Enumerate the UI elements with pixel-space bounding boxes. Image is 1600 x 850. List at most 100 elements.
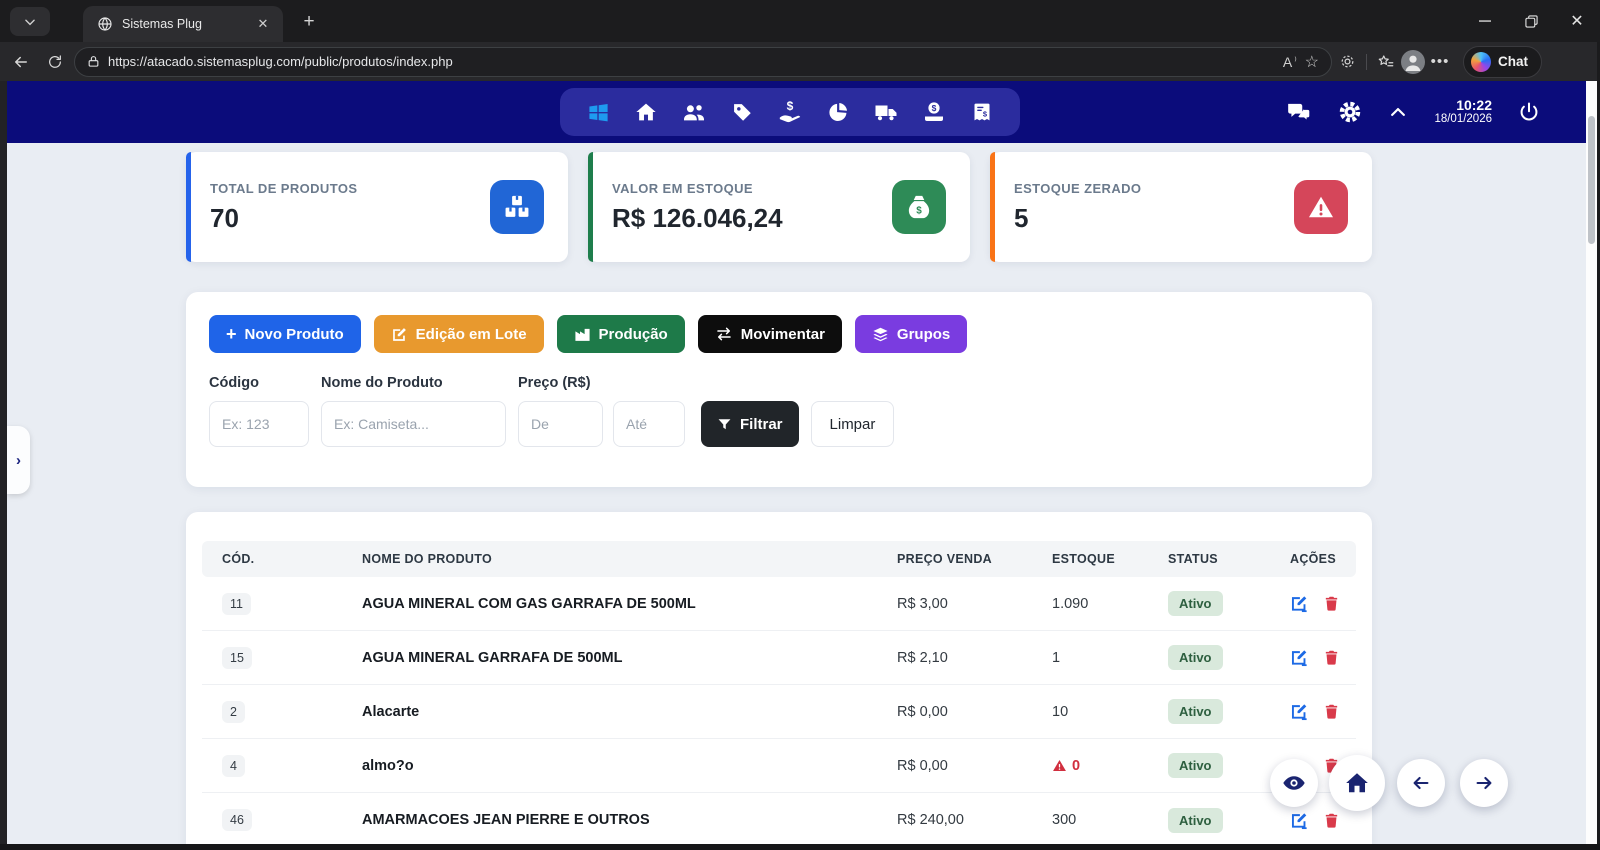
boxes-icon bbox=[490, 180, 544, 234]
novo-produto-button[interactable]: + Novo Produto bbox=[209, 315, 361, 353]
app-navbar: $ $ $ 10: bbox=[7, 81, 1586, 143]
windows-icon[interactable] bbox=[586, 100, 610, 124]
product-name: Alacarte bbox=[362, 704, 897, 720]
extensions-icon[interactable] bbox=[1332, 47, 1362, 77]
power-icon[interactable] bbox=[1518, 101, 1540, 123]
nome-produto-input[interactable] bbox=[321, 401, 506, 447]
trash-icon[interactable] bbox=[1323, 812, 1340, 829]
products-table-panel: CÓD. NOME DO PRODUTO PREÇO VENDA ESTOQUE… bbox=[186, 512, 1372, 844]
preco-de-input[interactable] bbox=[518, 401, 603, 447]
trash-icon[interactable] bbox=[1323, 703, 1340, 720]
product-stock: 10 bbox=[1052, 704, 1168, 720]
back-button[interactable] bbox=[4, 47, 38, 77]
window-frame-bottom bbox=[0, 844, 1600, 850]
table-row: 2 Alacarte R$ 0,00 10 Ativo bbox=[202, 685, 1356, 739]
stock-warning-icon bbox=[1052, 758, 1067, 773]
time-text: 10:22 bbox=[1434, 97, 1492, 113]
tab-title: Sistemas Plug bbox=[122, 17, 244, 31]
refresh-button[interactable] bbox=[38, 47, 72, 77]
gear-icon[interactable] bbox=[1338, 100, 1362, 124]
movimentar-button[interactable]: Movimentar bbox=[698, 315, 842, 353]
card-label: VALOR EM ESTOQUE bbox=[612, 181, 892, 196]
table-row: 11 AGUA MINERAL COM GAS GARRAFA DE 500ML… bbox=[202, 577, 1356, 631]
col-header-cod: CÓD. bbox=[222, 552, 362, 566]
settings-more-icon[interactable]: ••• bbox=[1425, 47, 1455, 77]
messages-icon[interactable] bbox=[1286, 99, 1312, 125]
status-badge: Ativo bbox=[1168, 808, 1223, 833]
lock-icon bbox=[87, 55, 100, 68]
exchange-icon bbox=[715, 325, 733, 343]
preview-eye-button[interactable] bbox=[1270, 759, 1318, 807]
nome-produto-label: Nome do Produto bbox=[321, 375, 506, 391]
tab-actions-button[interactable] bbox=[10, 7, 50, 36]
edicao-em-lote-button[interactable]: Edição em Lote bbox=[374, 315, 544, 353]
table-row: 15 AGUA MINERAL GARRAFA DE 500ML R$ 2,10… bbox=[202, 631, 1356, 685]
card-accent bbox=[588, 152, 593, 262]
read-aloud-icon[interactable]: A⁾ bbox=[1283, 54, 1297, 70]
limpar-button[interactable]: Limpar bbox=[811, 401, 895, 447]
factory-icon bbox=[574, 326, 591, 343]
money-deposit-icon[interactable]: $ bbox=[922, 100, 946, 124]
favorites-hub-icon[interactable] bbox=[1371, 47, 1401, 77]
card-estoque-zerado: ESTOQUE ZERADO 5 bbox=[990, 152, 1372, 262]
card-label: ESTOQUE ZERADO bbox=[1014, 181, 1294, 196]
favorite-star-icon[interactable]: ☆ bbox=[1305, 52, 1319, 72]
svg-text:$: $ bbox=[932, 103, 937, 113]
product-stock: 1.090 bbox=[1052, 596, 1168, 612]
prev-page-button[interactable] bbox=[1397, 759, 1445, 807]
money-bag-icon: $ bbox=[892, 180, 946, 234]
product-name: AMARMACOES JEAN PIERRE E OUTROS bbox=[362, 812, 897, 828]
profile-avatar[interactable] bbox=[1401, 50, 1425, 74]
home-fab-button[interactable] bbox=[1329, 755, 1385, 811]
next-page-button[interactable] bbox=[1460, 759, 1508, 807]
copilot-chat-button[interactable]: Chat bbox=[1463, 46, 1542, 78]
preco-ate-input[interactable] bbox=[613, 401, 685, 447]
trash-icon[interactable] bbox=[1323, 649, 1340, 666]
product-name: almo?o bbox=[362, 758, 897, 774]
tab-close-icon[interactable]: ✕ bbox=[253, 14, 273, 34]
preco-label: Preço (R$) bbox=[518, 375, 685, 391]
col-header-nome: NOME DO PRODUTO bbox=[362, 552, 897, 566]
table-row: 46 AMARMACOES JEAN PIERRE E OUTROS R$ 24… bbox=[202, 793, 1356, 844]
browser-tab[interactable]: Sistemas Plug ✕ bbox=[83, 6, 283, 42]
edit-icon[interactable] bbox=[1290, 648, 1309, 667]
edit-icon[interactable] bbox=[1290, 702, 1309, 721]
truck-icon[interactable] bbox=[874, 100, 898, 124]
window-close-button[interactable]: ✕ bbox=[1554, 1, 1600, 41]
scrollbar-thumb[interactable] bbox=[1588, 116, 1595, 244]
home-icon[interactable] bbox=[634, 100, 658, 124]
new-tab-button[interactable]: + bbox=[296, 9, 322, 35]
product-name: AGUA MINERAL GARRAFA DE 500ML bbox=[362, 650, 897, 666]
address-bar[interactable]: https://atacado.sistemasplug.com/public/… bbox=[74, 47, 1332, 77]
window-restore-button[interactable] bbox=[1508, 1, 1554, 41]
product-stock: 300 bbox=[1052, 812, 1168, 828]
product-price: R$ 3,00 bbox=[897, 596, 1052, 612]
sidebar-expand-tab[interactable]: › bbox=[7, 426, 30, 494]
filtrar-button[interactable]: Filtrar bbox=[701, 401, 799, 447]
pie-chart-icon[interactable] bbox=[826, 100, 850, 124]
grupos-button[interactable]: Grupos bbox=[855, 315, 967, 353]
product-code: 15 bbox=[222, 647, 252, 669]
tag-icon[interactable] bbox=[730, 100, 754, 124]
product-price: R$ 240,00 bbox=[897, 812, 1052, 828]
col-header-acoes: AÇÕES bbox=[1290, 552, 1348, 566]
edit-icon[interactable] bbox=[1290, 594, 1309, 613]
status-badge: Ativo bbox=[1168, 645, 1223, 670]
window-minimize-button[interactable] bbox=[1462, 1, 1508, 41]
page-scrollbar[interactable] bbox=[1586, 81, 1597, 844]
codigo-input[interactable] bbox=[209, 401, 309, 447]
trash-icon[interactable] bbox=[1323, 595, 1340, 612]
chevron-up-icon[interactable] bbox=[1388, 102, 1408, 122]
warning-icon bbox=[1294, 180, 1348, 234]
edit-icon[interactable] bbox=[1290, 811, 1309, 830]
producao-button[interactable]: Produção bbox=[557, 315, 685, 353]
copilot-icon bbox=[1471, 52, 1491, 72]
invoice-dollar-icon[interactable]: $ bbox=[970, 100, 994, 124]
product-stock-warning: 0 bbox=[1052, 758, 1168, 774]
actions-panel: + Novo Produto Edição em Lote Produção bbox=[186, 292, 1372, 487]
nav-icon-dock: $ $ $ bbox=[560, 88, 1020, 136]
window-frame-left bbox=[0, 81, 7, 844]
pen-square-icon bbox=[391, 326, 408, 343]
users-icon[interactable] bbox=[682, 100, 706, 124]
hand-dollar-icon[interactable]: $ bbox=[778, 100, 802, 124]
